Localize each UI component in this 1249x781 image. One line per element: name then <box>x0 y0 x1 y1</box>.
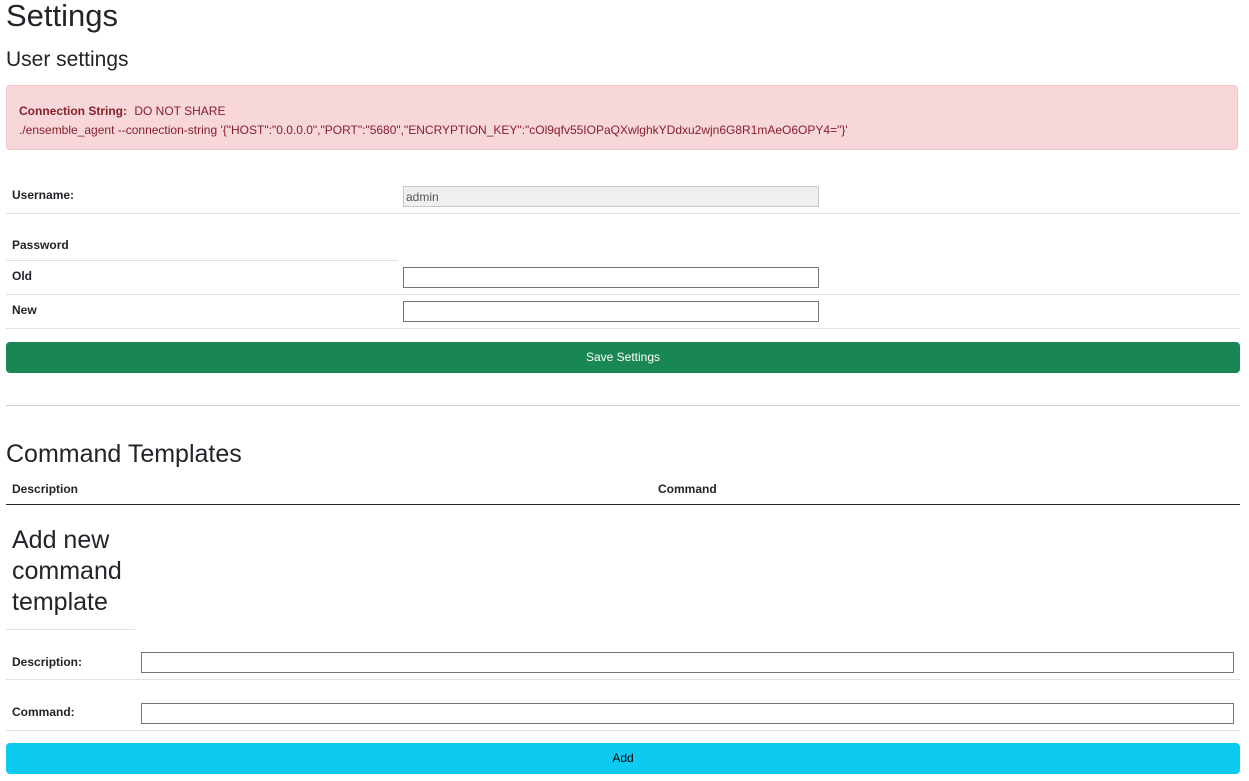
divider <box>6 328 1240 329</box>
divider <box>6 294 1240 295</box>
old-password-field[interactable] <box>403 267 819 288</box>
password-label: Password <box>12 238 69 252</box>
command-templates-title: Command Templates <box>6 440 242 468</box>
settings-page: Settings User settings Connection String… <box>0 0 1249 781</box>
username-label: Username: <box>12 188 75 202</box>
column-header-command: Command <box>658 482 717 496</box>
new-password-field[interactable] <box>403 301 819 322</box>
new-password-label: New <box>12 303 37 317</box>
connection-string-alert: Connection String: DO NOT SHARE ./ensemb… <box>6 85 1238 150</box>
section-divider <box>6 405 1240 406</box>
description-label: Description: <box>12 655 83 669</box>
do-not-share-warning: DO NOT SHARE <box>134 104 226 118</box>
divider <box>6 629 135 630</box>
connection-string-command[interactable]: ./ensemble_agent --connection-string '{"… <box>19 121 1225 140</box>
page-title: Settings <box>6 0 119 33</box>
add-template-title: Add new command template <box>12 526 122 616</box>
username-field <box>403 186 819 207</box>
add-template-button[interactable]: Add <box>6 743 1240 774</box>
divider <box>6 679 1240 680</box>
command-label: Command: <box>12 705 75 719</box>
table-header-divider <box>6 504 1240 505</box>
divider <box>6 730 1240 731</box>
divider <box>6 213 1240 214</box>
user-settings-title: User settings <box>6 48 129 71</box>
column-header-description: Description <box>12 482 79 496</box>
description-input[interactable] <box>141 652 1234 673</box>
divider <box>6 260 398 261</box>
command-input[interactable] <box>141 703 1234 724</box>
old-password-label: Old <box>12 269 32 283</box>
connection-string-label: Connection String: <box>19 104 127 118</box>
save-settings-button[interactable]: Save Settings <box>6 342 1240 373</box>
